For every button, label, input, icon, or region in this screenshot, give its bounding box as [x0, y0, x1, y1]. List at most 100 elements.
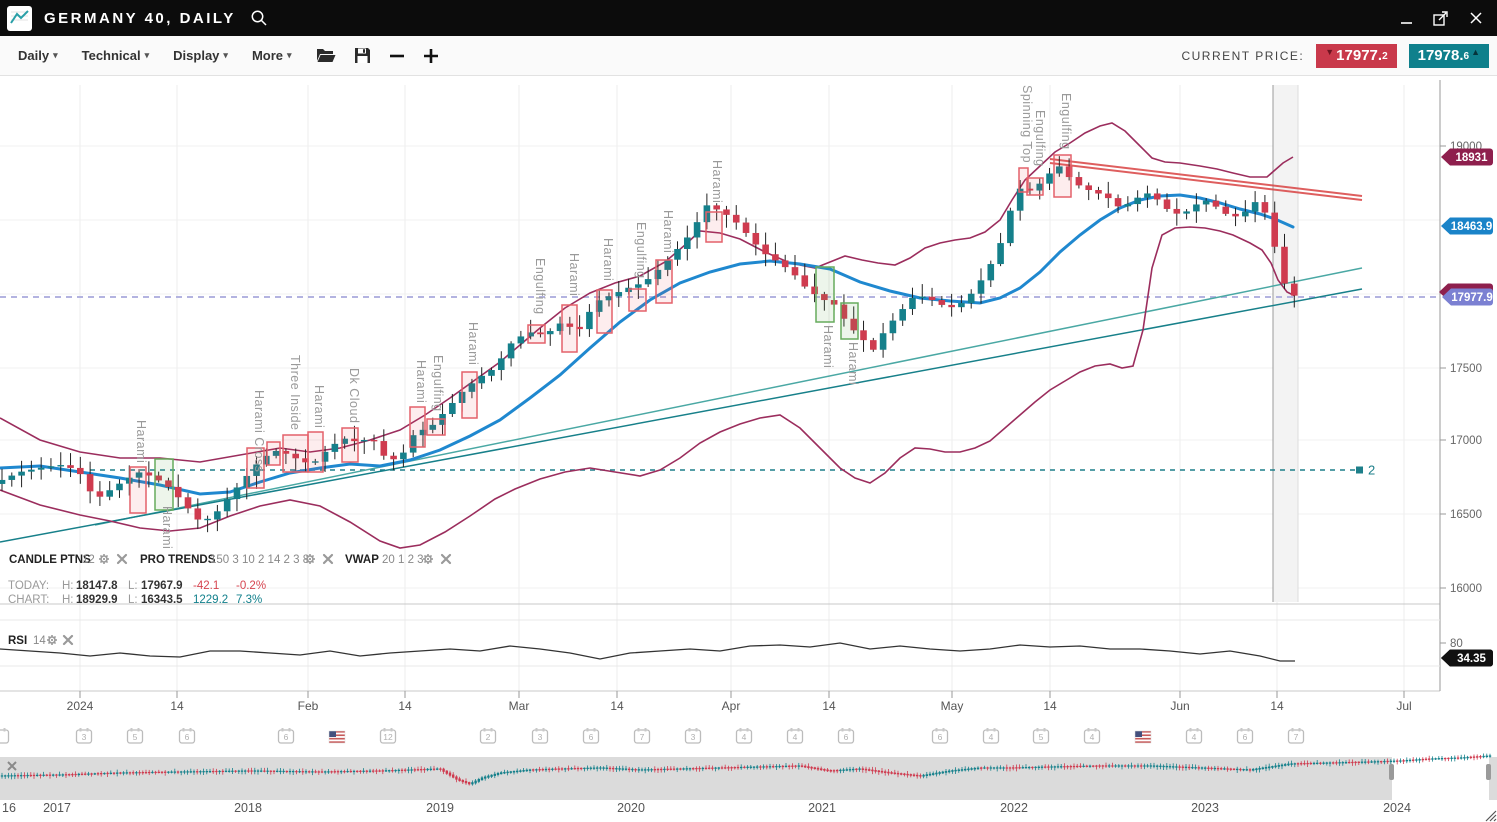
- remove-indicator-icon[interactable]: [324, 555, 332, 563]
- calendar-event-icon[interactable]: 5: [128, 728, 143, 743]
- calendar-event-icon[interactable]: 3: [686, 728, 701, 743]
- calendar-event-icon[interactable]: 6: [1238, 728, 1253, 743]
- us-flag-icon[interactable]: [1135, 731, 1151, 743]
- popout-button[interactable]: [1433, 10, 1449, 26]
- gear-icon[interactable]: [423, 554, 433, 564]
- indicator-name: CANDLE PTNS: [9, 554, 91, 566]
- navigator-left-handle[interactable]: [1389, 764, 1394, 780]
- calendar-event-icon[interactable]: 6: [180, 728, 195, 743]
- price-tick-label: 16000: [1450, 583, 1482, 595]
- high-value: 18147.8: [76, 580, 118, 592]
- rsi-name: RSI: [8, 635, 27, 647]
- us-flag-icon[interactable]: [329, 731, 345, 743]
- search-icon[interactable]: [250, 9, 268, 27]
- calendar-event-icon[interactable]: 6: [933, 728, 948, 743]
- remove-indicator-icon[interactable]: [118, 555, 126, 563]
- navigator-year-label: 2019: [426, 801, 454, 815]
- event-day: 4: [1090, 732, 1095, 742]
- time-tick-label: 2024: [67, 699, 94, 713]
- pattern-label: Harami: [661, 210, 675, 253]
- chevron-down-icon: ▾: [145, 50, 150, 61]
- gear-icon[interactable]: [47, 635, 57, 645]
- bearish-pattern-box: [283, 435, 308, 472]
- app-logo-icon: [7, 6, 32, 31]
- price-decimal: 2: [1382, 52, 1388, 62]
- pattern-label: Harami: [846, 342, 860, 385]
- pattern-label: Harami: [710, 160, 724, 203]
- event-day: 5: [133, 732, 138, 742]
- menu-technical[interactable]: Technical ▾: [76, 47, 156, 64]
- menu-label: Technical: [82, 48, 141, 63]
- navigator-right-handle[interactable]: [1486, 764, 1491, 780]
- menu-more[interactable]: More▾: [246, 47, 298, 64]
- low-label: L:: [128, 594, 138, 606]
- pattern-label: Engulfing: [431, 355, 445, 412]
- low-value: 16343.5: [141, 594, 183, 606]
- chart-canvas[interactable]: 2HaramiHaramiHarami CrossThree InsideHar…: [0, 76, 1497, 822]
- range-navigator[interactable]: 1620172018201920202021202220232024: [0, 753, 1497, 821]
- calendar-event-icon[interactable]: 4: [788, 728, 803, 743]
- calendar-event-icon[interactable]: [0, 728, 9, 743]
- calendar-event-icon[interactable]: 3: [533, 728, 548, 743]
- buy-price-badge[interactable]: 17978.6▲: [1409, 44, 1489, 68]
- event-day: 4: [793, 732, 798, 742]
- navigator-year-label: 2023: [1191, 801, 1219, 815]
- calendar-event-icon[interactable]: 4: [1085, 728, 1100, 743]
- navigator-selection[interactable]: [1392, 757, 1489, 800]
- calendar-event-icon[interactable]: 4: [737, 728, 752, 743]
- calendar-event-icon[interactable]: 4: [984, 728, 999, 743]
- event-day: 6: [938, 732, 943, 742]
- event-day: 7: [1294, 732, 1299, 742]
- sell-price-badge[interactable]: ▼17977.2: [1316, 44, 1396, 68]
- calendar-event-icon[interactable]: 12: [381, 728, 396, 743]
- calendar-event-icon[interactable]: 4: [1187, 728, 1202, 743]
- event-day: 5: [1039, 732, 1044, 742]
- event-day: 6: [844, 732, 849, 742]
- high-label: H:: [62, 594, 74, 606]
- remove-indicator-icon[interactable]: [64, 636, 72, 644]
- menu-daily[interactable]: Daily▾: [12, 47, 64, 64]
- pattern-label: Engulfing: [1059, 93, 1073, 150]
- gear-icon[interactable]: [305, 554, 315, 564]
- time-tick-label: 14: [1270, 699, 1284, 713]
- close-button[interactable]: [1469, 11, 1483, 25]
- price-badge: 18931: [1456, 152, 1489, 164]
- open-folder-button[interactable]: [316, 47, 336, 64]
- save-button[interactable]: [354, 47, 371, 64]
- calendar-event-icon[interactable]: 3: [77, 728, 92, 743]
- calendar-event-icon[interactable]: 5: [1034, 728, 1049, 743]
- zoom-in-button[interactable]: [423, 48, 439, 64]
- bearish-pattern-box: [267, 442, 280, 465]
- menu-group: Daily▾ Technical ▾ Display▾ More▾: [0, 47, 298, 64]
- pattern-label: Harami: [160, 506, 174, 549]
- gear-icon[interactable]: [99, 554, 109, 564]
- trendlines: [0, 159, 1362, 542]
- bearish-pattern-box: [629, 289, 646, 311]
- event-day: 3: [82, 732, 87, 742]
- event-day: 6: [589, 732, 594, 742]
- calendar-event-icon[interactable]: 7: [1289, 728, 1304, 743]
- bearish-pattern-box: [130, 467, 146, 513]
- menu-display[interactable]: Display▾: [167, 47, 234, 64]
- event-day: 4: [742, 732, 747, 742]
- event-day: 6: [1243, 732, 1248, 742]
- event-day: 6: [185, 732, 190, 742]
- time-tick-label: Jun: [1170, 699, 1189, 713]
- resize-corner-icon[interactable]: [1486, 811, 1496, 821]
- calendar-event-icon[interactable]: 7: [635, 728, 650, 743]
- calendar-event-icon[interactable]: 2: [481, 728, 496, 743]
- remove-indicator-icon[interactable]: [442, 555, 450, 563]
- change-percent: -0.2%: [236, 580, 266, 592]
- price-badge: 17977.9: [1451, 292, 1493, 304]
- calendar-event-icon[interactable]: 6: [839, 728, 854, 743]
- event-day: 4: [989, 732, 994, 742]
- down-arrow-icon: ▼: [1325, 48, 1334, 57]
- zoom-out-button[interactable]: [389, 48, 405, 64]
- pattern-label: Harami: [821, 325, 835, 368]
- pattern-label: Harami: [466, 322, 480, 365]
- navigator-year-label: 2018: [234, 801, 262, 815]
- calendar-event-icon[interactable]: 6: [279, 728, 294, 743]
- indicator-header-row: CANDLE PTNS12PRO TRENDS150 3 10 2 14 2 3…: [9, 554, 450, 566]
- minimize-button[interactable]: [1400, 12, 1413, 25]
- calendar-event-icon[interactable]: 6: [584, 728, 599, 743]
